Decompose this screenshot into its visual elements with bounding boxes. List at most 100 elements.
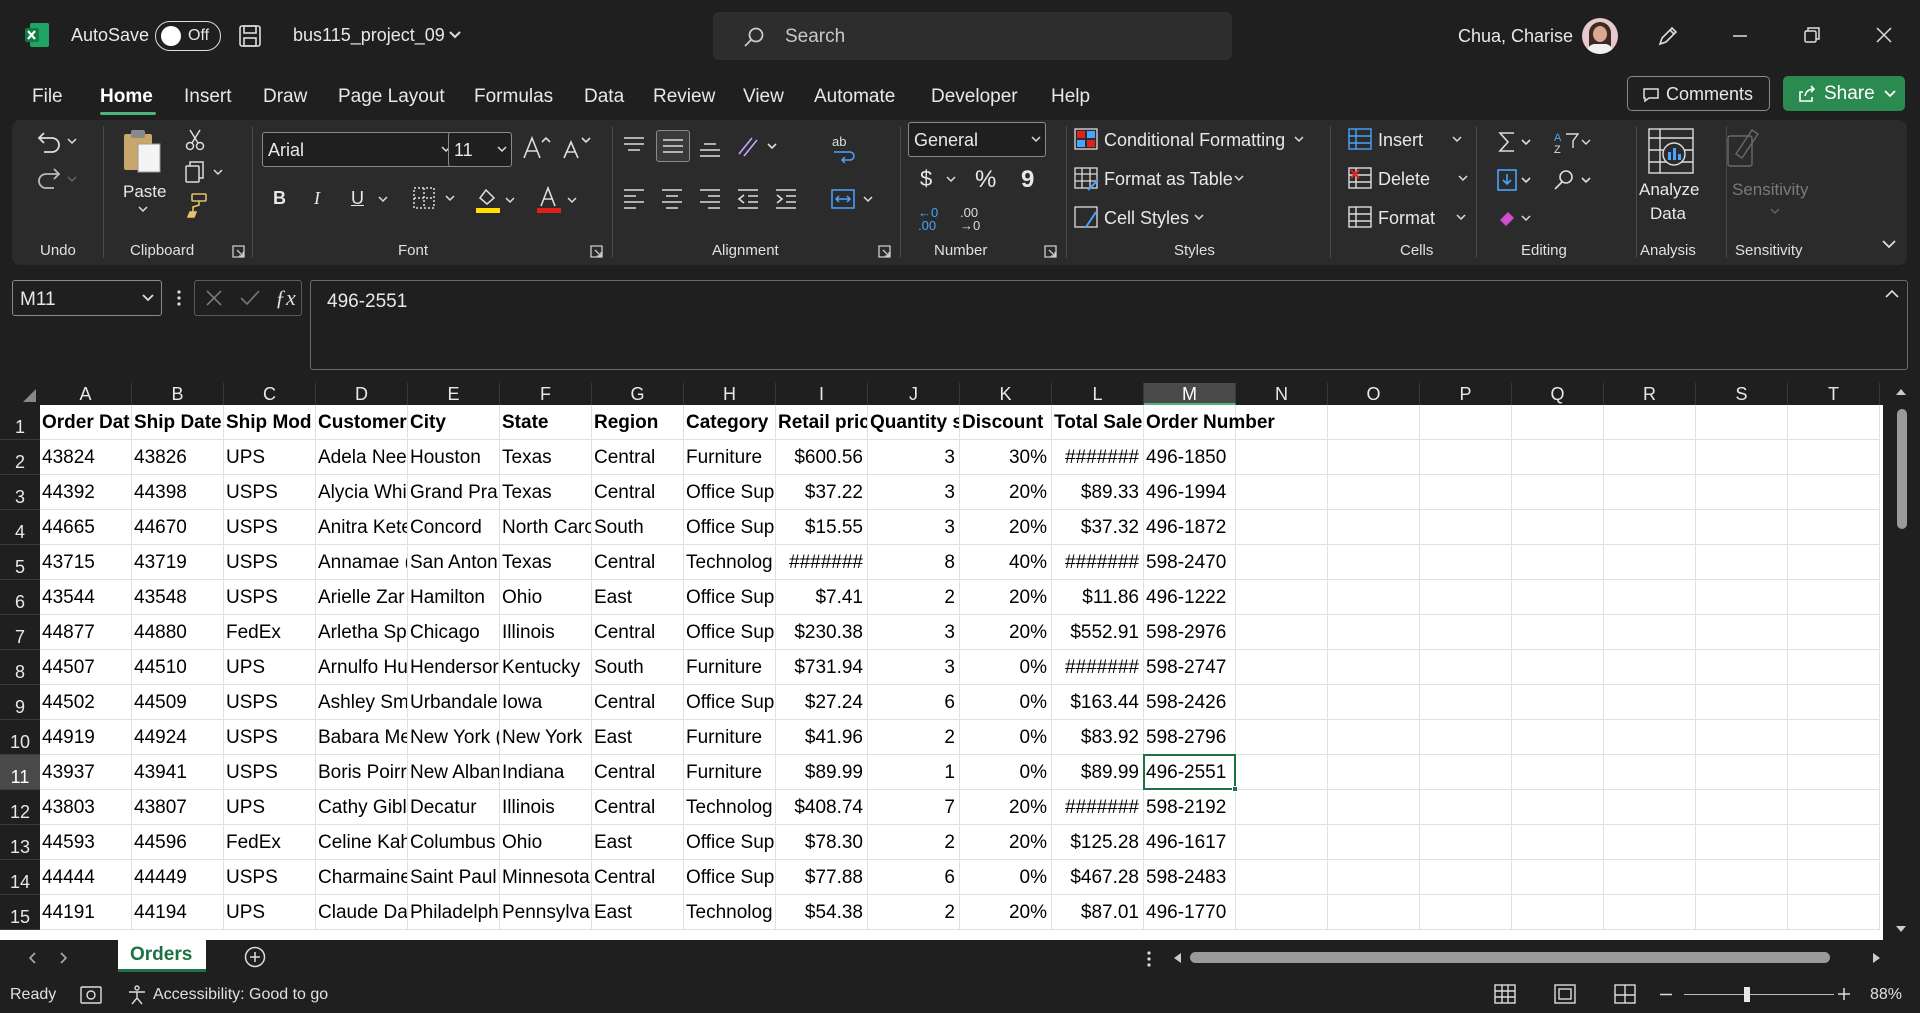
cell-q15[interactable] — [1512, 895, 1604, 930]
cell-g8[interactable]: South — [592, 650, 684, 685]
cell-f3[interactable]: Texas — [500, 475, 592, 510]
cell-g13[interactable]: East — [592, 825, 684, 860]
analyze-data-icon[interactable] — [1646, 126, 1696, 176]
cell-r14[interactable] — [1604, 860, 1696, 895]
cell-p5[interactable] — [1420, 545, 1512, 580]
cell-n12[interactable] — [1236, 790, 1328, 825]
cell-c10[interactable]: USPS — [224, 720, 316, 755]
cell-l1[interactable]: Total Sale — [1052, 405, 1144, 440]
normal-view-icon[interactable] — [1494, 984, 1516, 1004]
cell-e8[interactable]: Hendersor — [408, 650, 500, 685]
tab-formulas[interactable]: Formulas — [474, 86, 553, 108]
column-header-g[interactable]: G — [592, 383, 684, 405]
name-box[interactable]: M11 — [12, 280, 162, 316]
cell-s2[interactable] — [1696, 440, 1788, 475]
cell-k13[interactable]: 20% — [960, 825, 1052, 860]
cell-t1[interactable] — [1788, 405, 1880, 440]
cell-s15[interactable] — [1696, 895, 1788, 930]
cell-l11[interactable]: $89.99 — [1052, 755, 1144, 790]
cell-e11[interactable]: New Alban — [408, 755, 500, 790]
cell-j3[interactable]: 3 — [868, 475, 960, 510]
cell-b15[interactable]: 44194 — [132, 895, 224, 930]
currency-button[interactable]: $ — [920, 166, 932, 192]
zoom-in-icon[interactable] — [1838, 988, 1850, 1000]
chevron-down-icon[interactable] — [1194, 214, 1204, 221]
cell-g12[interactable]: Central — [592, 790, 684, 825]
cell-b9[interactable]: 44509 — [132, 685, 224, 720]
fill-icon[interactable] — [1496, 168, 1536, 192]
cell-t15[interactable] — [1788, 895, 1880, 930]
vertical-scroll-thumb[interactable] — [1897, 409, 1907, 529]
cell-g11[interactable]: Central — [592, 755, 684, 790]
vertical-scrollbar[interactable] — [1883, 383, 1920, 940]
cell-j6[interactable]: 2 — [868, 580, 960, 615]
cell-a1[interactable]: Order Dat — [40, 405, 132, 440]
cell-d14[interactable]: Charmaine — [316, 860, 408, 895]
column-header-i[interactable]: I — [776, 383, 868, 405]
cell-l12[interactable]: ####### — [1052, 790, 1144, 825]
cell-a14[interactable]: 44444 — [40, 860, 132, 895]
cell-m6[interactable]: 496-1222 — [1144, 580, 1236, 615]
row-header-12[interactable]: 12 — [0, 790, 40, 825]
row-header-9[interactable]: 9 — [0, 685, 40, 720]
column-header-m[interactable]: M — [1144, 383, 1236, 405]
cell-b11[interactable]: 43941 — [132, 755, 224, 790]
cell-c7[interactable]: FedEx — [224, 615, 316, 650]
minimize-icon[interactable] — [1730, 22, 1750, 50]
cell-o15[interactable] — [1328, 895, 1420, 930]
cell-r15[interactable] — [1604, 895, 1696, 930]
cell-l3[interactable]: $89.33 — [1052, 475, 1144, 510]
align-middle-icon[interactable] — [656, 130, 690, 162]
scroll-left-sheet-icon[interactable] — [28, 952, 36, 964]
cell-s1[interactable] — [1696, 405, 1788, 440]
cell-b4[interactable]: 44670 — [132, 510, 224, 545]
cell-d9[interactable]: Ashley Sm — [316, 685, 408, 720]
cell-q12[interactable] — [1512, 790, 1604, 825]
cell-i10[interactable]: $41.96 — [776, 720, 868, 755]
format-painter-icon[interactable] — [184, 192, 208, 218]
cell-p11[interactable] — [1420, 755, 1512, 790]
chevron-down-icon[interactable] — [1234, 175, 1244, 182]
format-as-table-label[interactable]: Format as Table — [1104, 169, 1233, 190]
cell-t5[interactable] — [1788, 545, 1880, 580]
cell-b1[interactable]: Ship Date — [132, 405, 224, 440]
cell-d2[interactable]: Adela Nee — [316, 440, 408, 475]
cell-q2[interactable] — [1512, 440, 1604, 475]
cell-o8[interactable] — [1328, 650, 1420, 685]
cell-n8[interactable] — [1236, 650, 1328, 685]
scroll-up-icon[interactable] — [1895, 387, 1907, 396]
decrease-decimal-button[interactable]: .00 →0 — [960, 206, 988, 232]
cell-n13[interactable] — [1236, 825, 1328, 860]
cell-a11[interactable]: 43937 — [40, 755, 132, 790]
cell-e6[interactable]: Hamilton — [408, 580, 500, 615]
cell-q14[interactable] — [1512, 860, 1604, 895]
cell-n4[interactable] — [1236, 510, 1328, 545]
insert-function-icon[interactable]: ƒx — [275, 285, 296, 311]
row-header-14[interactable]: 14 — [0, 860, 40, 895]
cell-c13[interactable]: FedEx — [224, 825, 316, 860]
row-header-4[interactable]: 4 — [0, 510, 40, 545]
cell-s10[interactable] — [1696, 720, 1788, 755]
cell-k4[interactable]: 20% — [960, 510, 1052, 545]
zoom-slider-knob[interactable] — [1744, 987, 1750, 1002]
cell-f11[interactable]: Indiana — [500, 755, 592, 790]
cell-d10[interactable]: Babara Me — [316, 720, 408, 755]
align-center-icon[interactable] — [658, 186, 686, 210]
cell-a6[interactable]: 43544 — [40, 580, 132, 615]
cell-a9[interactable]: 44502 — [40, 685, 132, 720]
wrap-text-icon[interactable]: ab — [830, 134, 858, 164]
row-header-3[interactable]: 3 — [0, 475, 40, 510]
cell-l15[interactable]: $87.01 — [1052, 895, 1144, 930]
comma-button[interactable]: 9 — [1021, 166, 1034, 194]
row-header-5[interactable]: 5 — [0, 545, 40, 580]
format-cells-icon[interactable] — [1348, 206, 1374, 228]
row-header-11[interactable]: 11 — [0, 755, 40, 790]
cell-f1[interactable]: State — [500, 405, 592, 440]
cell-r4[interactable] — [1604, 510, 1696, 545]
cell-m12[interactable]: 598-2192 — [1144, 790, 1236, 825]
cell-b5[interactable]: 43719 — [132, 545, 224, 580]
cell-l6[interactable]: $11.86 — [1052, 580, 1144, 615]
close-icon[interactable] — [1874, 22, 1894, 50]
cell-g4[interactable]: South — [592, 510, 684, 545]
cell-k7[interactable]: 20% — [960, 615, 1052, 650]
